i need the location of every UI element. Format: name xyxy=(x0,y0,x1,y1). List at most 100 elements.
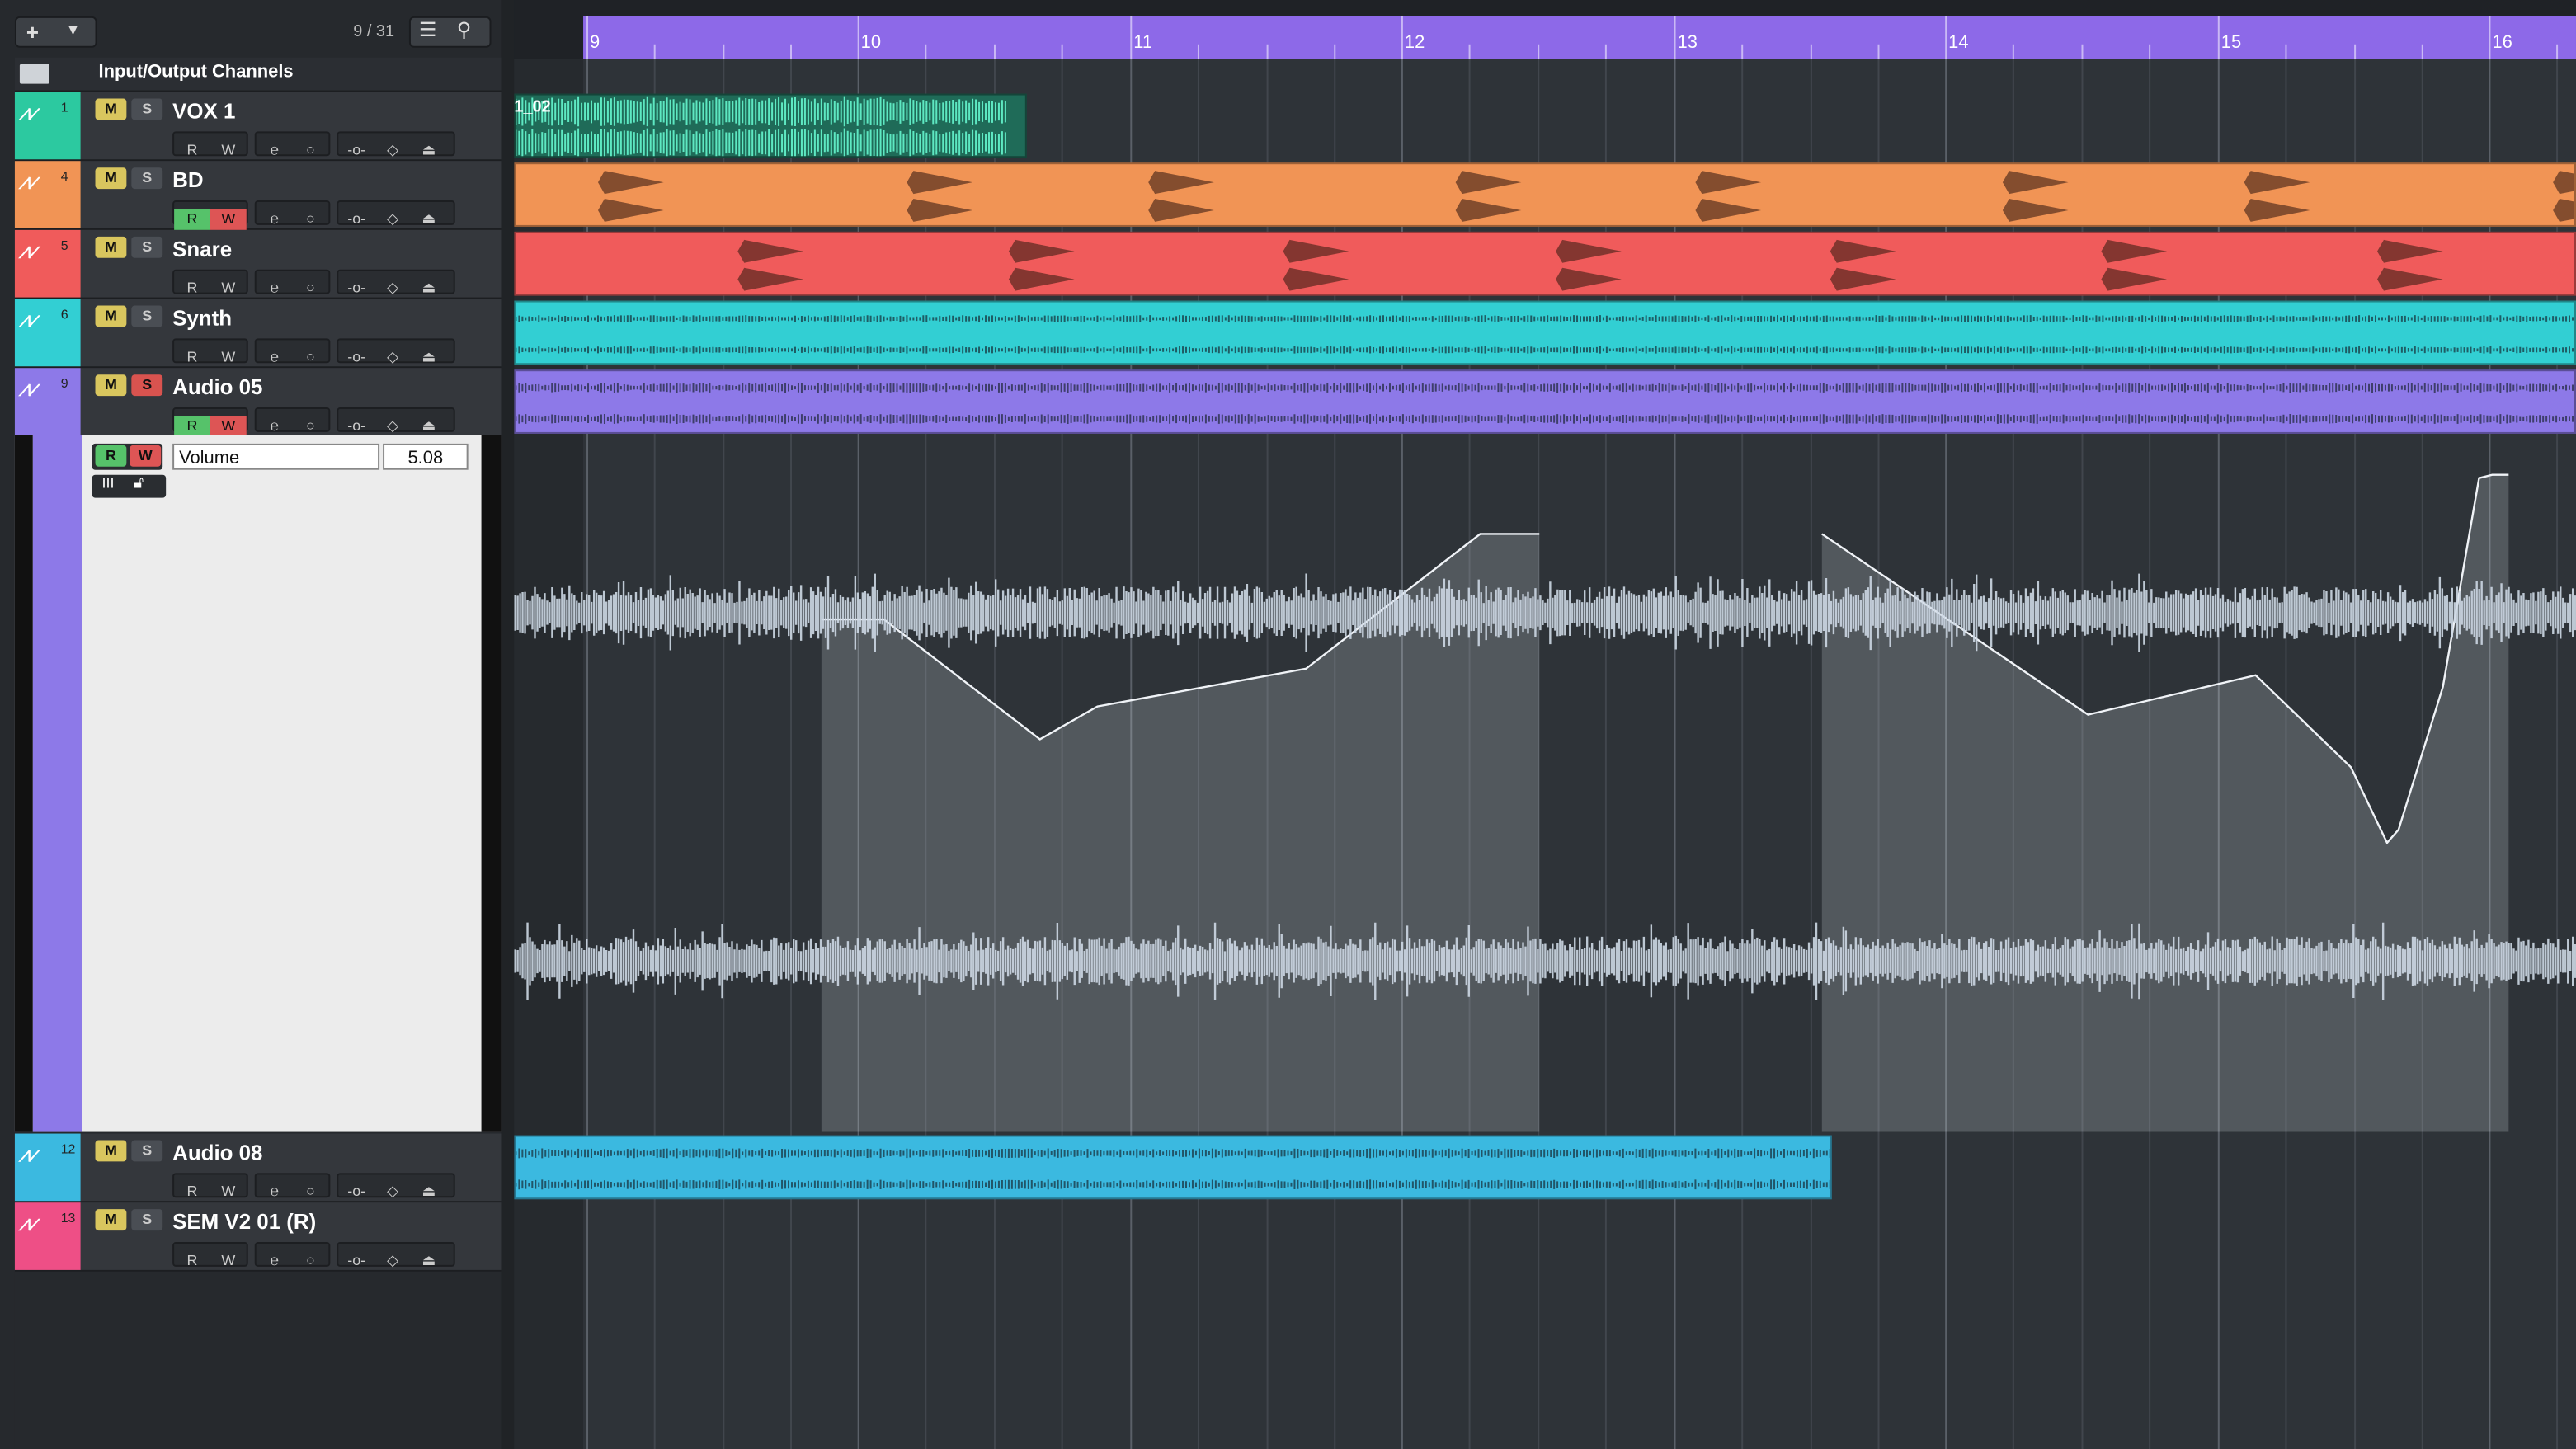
monitor-icon[interactable]: ○ xyxy=(293,139,329,161)
folder-lanes-icon[interactable]: ⏏ xyxy=(411,346,447,368)
read-automation-button[interactable]: R xyxy=(174,1181,210,1202)
track-header-bd[interactable]: ⩘⩗ 4 M S BD RW ℮ ○ -o- ◇ ⏏ xyxy=(14,161,502,230)
solo-button[interactable]: S xyxy=(131,1209,163,1231)
track-list-view-toggle[interactable]: ☰ ⚲ xyxy=(408,16,492,48)
ruler-bar-band[interactable] xyxy=(583,16,2576,59)
read-write-group: RW xyxy=(172,338,248,365)
ruler-tick xyxy=(857,16,859,59)
timebase-icon[interactable]: ◇ xyxy=(374,209,411,230)
write-automation-button[interactable]: W xyxy=(210,208,247,230)
waveform-audio08 xyxy=(516,1148,1830,1190)
solo-button[interactable]: S xyxy=(131,236,163,258)
mute-button[interactable]: M xyxy=(95,236,127,258)
write-automation-button[interactable]: W xyxy=(210,278,247,299)
ruler-tick xyxy=(1266,44,1269,59)
ruler-bar-number: 16 xyxy=(2492,32,2512,53)
lane-icon[interactable]: -o- xyxy=(338,278,374,299)
track-header-sem[interactable]: ⩘⩗ 13 M S SEM V2 01 (R) RW ℮ ○ -o- ◇ ⏏ xyxy=(14,1202,502,1272)
monitor-icon[interactable]: ○ xyxy=(293,1250,329,1272)
lane-icon[interactable]: -o- xyxy=(338,209,374,230)
add-track-button[interactable]: + ▼ xyxy=(14,16,97,48)
edit-channel-icon[interactable]: ℮ xyxy=(257,416,293,437)
automation-lane[interactable] xyxy=(514,435,2576,1132)
timebase-icon[interactable]: ◇ xyxy=(374,139,411,161)
list-icon: ☰ xyxy=(418,17,437,41)
lane-icon[interactable]: -o- xyxy=(338,346,374,368)
write-automation-button[interactable]: W xyxy=(210,1250,247,1272)
edit-channel-icon[interactable]: ℮ xyxy=(257,1250,293,1272)
monitor-icon[interactable]: ○ xyxy=(293,1181,329,1202)
folder-lanes-icon[interactable]: ⏏ xyxy=(411,1250,447,1272)
automation-value-field[interactable]: 5.08 xyxy=(383,443,469,470)
mute-button[interactable]: M xyxy=(95,1209,127,1231)
folder-lanes-icon[interactable]: ⏏ xyxy=(411,1181,447,1202)
mute-button[interactable]: M xyxy=(95,98,127,120)
write-automation-button[interactable]: W xyxy=(210,1181,247,1202)
waveform-vox1 xyxy=(516,96,1006,157)
track-name: Synth xyxy=(172,305,233,331)
edit-channel-icon[interactable]: ℮ xyxy=(257,139,293,161)
write-automation-button[interactable]: W xyxy=(210,416,247,437)
track-header-audio08[interactable]: ⩘⩗ 12 M S Audio 08 RW ℮ ○ -o- ◇ ⏏ xyxy=(14,1133,502,1203)
audio-event-synth[interactable] xyxy=(514,300,2576,365)
lock-icon[interactable]: 🔓︎ xyxy=(133,475,144,493)
read-automation-button[interactable]: R xyxy=(174,278,210,299)
folder-lanes-icon[interactable]: ⏏ xyxy=(411,278,447,299)
timebase-icon[interactable]: ◇ xyxy=(374,1181,411,1202)
read-automation-button[interactable]: R xyxy=(174,1250,210,1272)
folder-lanes-icon[interactable]: ⏏ xyxy=(411,416,447,437)
monitor-icon[interactable]: ○ xyxy=(293,278,329,299)
audio-event-snare[interactable] xyxy=(514,231,2576,296)
lane-icon[interactable]: -o- xyxy=(338,1181,374,1202)
folder-track[interactable]: Input/Output Channels xyxy=(14,57,502,92)
folder-lanes-icon[interactable]: ⏏ xyxy=(411,139,447,161)
automation-area-2 xyxy=(1821,474,2509,1132)
track-header-audio05[interactable]: ⩘⩗ 9 M S Audio 05 RW ℮ ○ -o- ◇ ⏏ xyxy=(14,368,502,437)
edit-channel-icon[interactable]: ℮ xyxy=(257,1181,293,1202)
mute-button[interactable]: M xyxy=(95,374,127,397)
read-automation-button[interactable]: R xyxy=(174,139,210,161)
lane-icon[interactable]: -o- xyxy=(338,139,374,161)
solo-button[interactable]: S xyxy=(131,167,163,190)
solo-button[interactable]: S xyxy=(131,374,163,397)
automation-tools: III 🔓︎ xyxy=(92,474,167,498)
audio-event-vox1[interactable] xyxy=(514,93,1027,158)
track-header-snare[interactable]: ⩘⩗ 5 M S Snare RW ℮ ○ -o- ◇ ⏏ xyxy=(14,229,502,299)
audio-event-bd[interactable] xyxy=(514,162,2576,227)
automation-lane-edge xyxy=(14,435,33,1132)
audio-event-audio08[interactable] xyxy=(514,1135,1832,1200)
track-header-vox1[interactable]: ⩘⩗ 1 M S VOX 1 RW ℮ ○ -o- ◇ ⏏ xyxy=(14,92,502,162)
folder-lanes-icon[interactable]: ⏏ xyxy=(411,209,447,230)
mute-button[interactable]: M xyxy=(95,305,127,327)
read-automation-button[interactable]: R xyxy=(174,346,210,368)
track-header-synth[interactable]: ⩘⩗ 6 M S Synth RW ℮ ○ -o- ◇ ⏏ xyxy=(14,299,502,369)
write-automation-button[interactable]: W xyxy=(210,139,247,161)
edit-channel-icon[interactable]: ℮ xyxy=(257,209,293,230)
automation-read-button[interactable]: R xyxy=(95,445,127,467)
edit-channel-icon[interactable]: ℮ xyxy=(257,346,293,368)
monitor-icon[interactable]: ○ xyxy=(293,209,329,230)
monitor-icon[interactable]: ○ xyxy=(293,416,329,437)
monitor-icon[interactable]: ○ xyxy=(293,346,329,368)
solo-button[interactable]: S xyxy=(131,98,163,120)
automation-mode-icon[interactable]: III xyxy=(101,475,114,492)
lane-icon[interactable]: -o- xyxy=(338,1250,374,1272)
timebase-icon[interactable]: ◇ xyxy=(374,1250,411,1272)
mute-button[interactable]: M xyxy=(95,1140,127,1162)
solo-button[interactable]: S xyxy=(131,305,163,327)
read-automation-button[interactable]: R xyxy=(174,208,210,230)
waveform-bd xyxy=(597,171,2574,222)
timebase-icon[interactable]: ◇ xyxy=(374,346,411,368)
audio-event-audio05[interactable] xyxy=(514,369,2576,434)
automation-parameter-select[interactable]: Volume xyxy=(172,443,380,470)
timebase-icon[interactable]: ◇ xyxy=(374,278,411,299)
read-automation-button[interactable]: R xyxy=(174,416,210,437)
edit-channel-icon[interactable]: ℮ xyxy=(257,278,293,299)
write-automation-button[interactable]: W xyxy=(210,346,247,368)
timebase-icon[interactable]: ◇ xyxy=(374,416,411,437)
track-list-divider[interactable] xyxy=(501,0,515,1449)
solo-button[interactable]: S xyxy=(131,1140,163,1162)
automation-write-button[interactable]: W xyxy=(130,445,162,467)
mute-button[interactable]: M xyxy=(95,167,127,190)
lane-icon[interactable]: -o- xyxy=(338,416,374,437)
